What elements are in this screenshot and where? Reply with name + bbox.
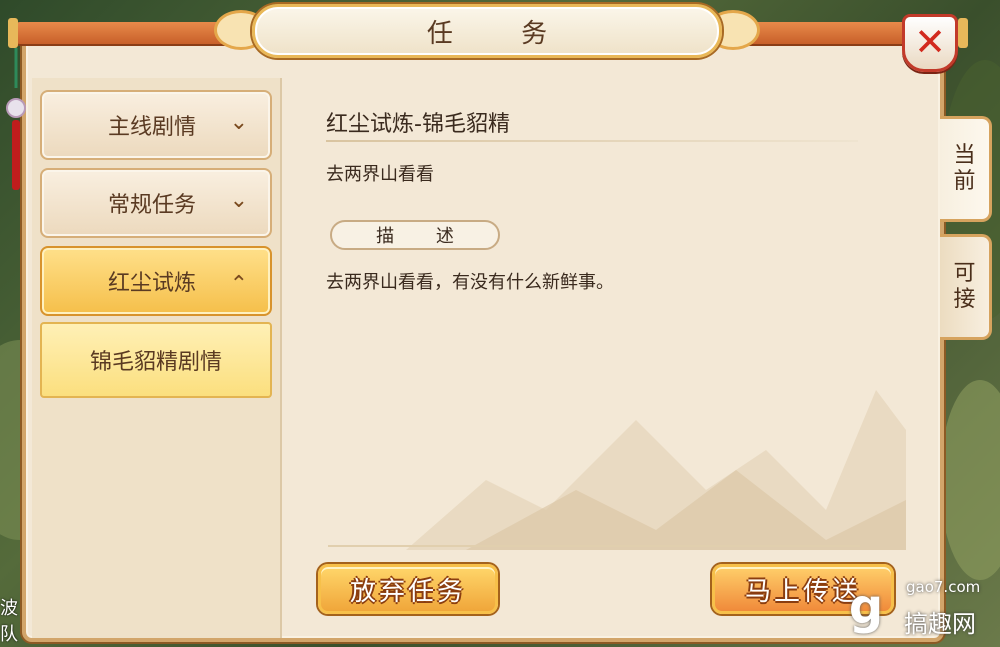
game-edge-text: 队 [0, 624, 18, 645]
watermark-domain: gao7.com [906, 578, 981, 596]
background-foliage [940, 380, 1000, 580]
quest-category-sidebar: 主线剧情 ⌄ 常规任务 ⌄ 红尘试炼 ⌃ 锦毛貂精剧情 [32, 78, 282, 638]
divider [326, 140, 858, 142]
quest-title: 红尘试炼-锦毛貂精 [326, 112, 510, 137]
tab-current[interactable]: 当前 [940, 116, 992, 222]
mountain-landscape-decoration [406, 390, 906, 550]
sidebar-item-regular-quests[interactable]: 常规任务 ⌄ [40, 168, 272, 238]
tab-label: 当前 [953, 143, 976, 194]
abandon-quest-button[interactable]: 放弃任务 [318, 564, 498, 614]
divider [328, 545, 860, 547]
close-button[interactable]: ✕ [902, 14, 958, 72]
quest-description: 去两界山看看，有没有什么新鲜事。 [326, 272, 614, 293]
window-title: 任 务 [426, 18, 578, 49]
top-bar-end-cap [958, 18, 968, 48]
chevron-down-icon: ⌄ [229, 188, 248, 213]
game-edge-text: 波 [0, 598, 18, 619]
quest-goal: 去两界山看看 [326, 164, 434, 185]
sidebar-subitem-quest[interactable]: 锦毛貂精剧情 [40, 322, 272, 398]
sidebar-item-label: 常规任务 [107, 193, 196, 218]
tab-available[interactable]: 可接 [940, 234, 992, 340]
chevron-down-icon: ⌄ [229, 110, 248, 135]
sidebar-item-main-story[interactable]: 主线剧情 ⌄ [40, 90, 272, 160]
watermark-name: 搞趣网 [904, 610, 976, 638]
chevron-up-icon: ⌃ [229, 272, 248, 297]
sidebar-item-trial[interactable]: 红尘试炼 ⌃ [40, 246, 272, 316]
sidebar-item-label: 主线剧情 [107, 115, 196, 140]
watermark-logo-icon: g [848, 579, 884, 635]
pendant-ornament [6, 48, 26, 190]
window-title-plaque: 任 务 [252, 4, 722, 58]
description-heading: 描 述 [330, 220, 500, 250]
tab-label: 可接 [953, 261, 976, 312]
sidebar-item-label: 红尘试炼 [107, 271, 196, 296]
close-icon: ✕ [914, 20, 946, 64]
top-bar-end-cap [8, 18, 18, 48]
